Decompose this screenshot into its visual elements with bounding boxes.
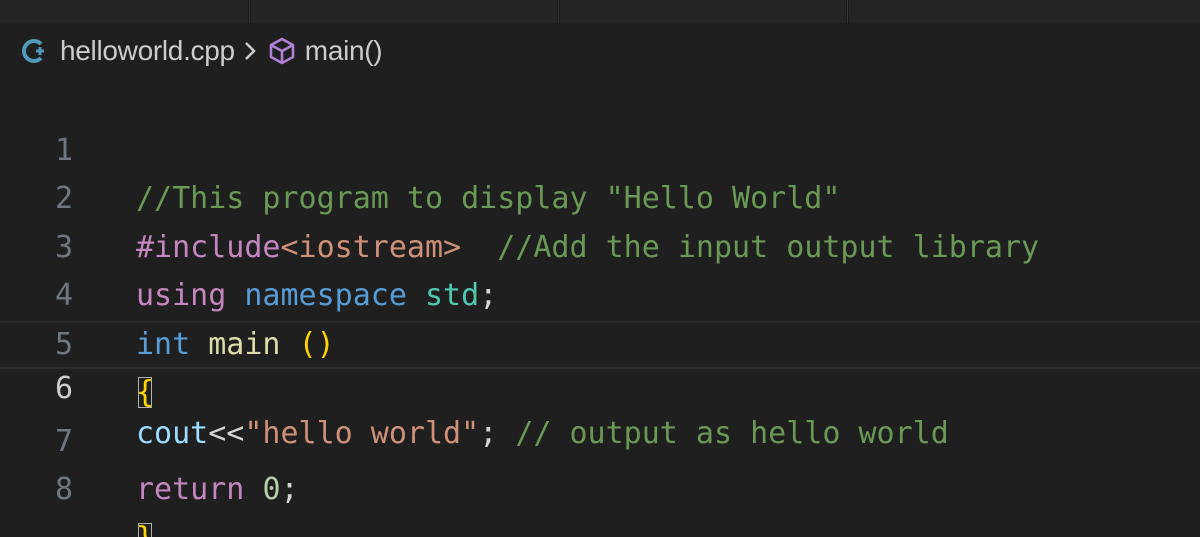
editor-tab[interactable]: [849, 0, 1200, 23]
code-line[interactable]: 1 //This program to display "Hello World…: [0, 78, 1200, 217]
code-editor[interactable]: helloworld.cpp main() 1 //This program t…: [0, 0, 1200, 537]
editor-tab[interactable]: [0, 0, 248, 23]
cpp-file-icon: [20, 37, 48, 65]
code-line-current[interactable]: 6 cout<<"hello world"; // output as hell…: [0, 320, 1200, 451]
keyword-token: return: [136, 472, 245, 507]
code-area[interactable]: 1 //This program to display "Hello World…: [0, 78, 1200, 537]
editor-tab[interactable]: [251, 0, 557, 23]
tab-strip: [0, 0, 1200, 23]
line-content: return 0;: [136, 466, 299, 515]
matched-brace-token: }: [136, 521, 154, 537]
code-line[interactable]: 2 #include<iostream> //Add the input out…: [0, 127, 1200, 265]
code-line[interactable]: 8 }: [0, 418, 1200, 537]
number-token: 0: [262, 472, 281, 507]
code-line[interactable]: 5 {: [0, 272, 1200, 411]
breadcrumb-file[interactable]: helloworld.cpp: [60, 35, 235, 67]
chevron-right-icon: [243, 40, 257, 62]
line-number: 8: [54, 472, 73, 507]
tab-divider: [558, 0, 559, 23]
breadcrumb: helloworld.cpp main(): [20, 31, 383, 71]
code-line[interactable]: 3 using namespace std;: [0, 175, 1200, 314]
breadcrumb-symbol[interactable]: main(): [305, 35, 383, 67]
line-content: }: [136, 515, 154, 537]
code-line[interactable]: 7 return 0;: [0, 369, 1200, 508]
code-line[interactable]: 4 int main (): [0, 224, 1200, 362]
tab-divider: [249, 0, 250, 23]
tab-divider: [847, 0, 848, 23]
editor-tab[interactable]: [560, 0, 846, 23]
punctuation-token: ;: [280, 472, 299, 507]
method-cube-icon: [267, 36, 297, 66]
